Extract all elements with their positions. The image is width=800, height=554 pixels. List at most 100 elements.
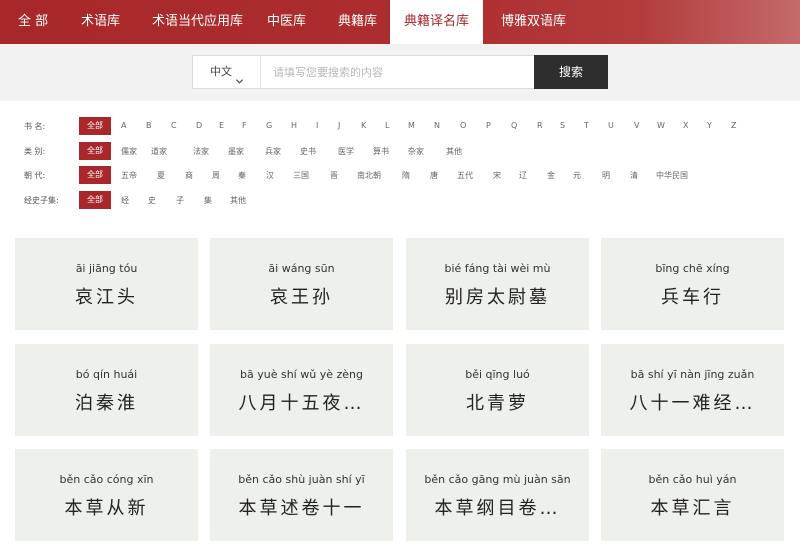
filter-category-option[interactable]: 法家 <box>193 146 209 157</box>
nav-item-modern-usage[interactable]: 术语当代应用库 <box>152 0 243 44</box>
filter-category-option[interactable]: 儒家 <box>121 146 137 157</box>
filter-dynasty-option[interactable]: 宋 <box>493 170 501 181</box>
book-title-card[interactable]: běi qīng luó 北青萝 <box>406 344 589 436</box>
search-input[interactable] <box>261 56 534 88</box>
filter-sibu-option[interactable]: 子 <box>176 195 184 206</box>
nav-item-terminology[interactable]: 术语库 <box>81 0 120 44</box>
book-title-card[interactable]: bó qín huái 泊秦淮 <box>15 344 198 436</box>
filter-category-option[interactable]: 兵家 <box>265 146 281 157</box>
book-title-card[interactable]: běn cǎo huì yán 本草汇言 <box>601 449 784 541</box>
filter-label-sibu: 经史子集: <box>24 196 59 205</box>
filter-book-name-option[interactable]: S <box>560 121 565 130</box>
nav-item-classic-titles[interactable]: 典籍译名库 <box>390 0 483 44</box>
filter-book-name-option[interactable]: K <box>361 121 366 130</box>
filter-book-name-option[interactable]: P <box>486 121 491 130</box>
filter-sibu-option[interactable]: 经 <box>121 195 129 206</box>
filter-book-name-option[interactable]: F <box>242 121 247 130</box>
filter-book-name-option[interactable]: I <box>316 121 318 130</box>
filter-dynasty-option[interactable]: 商 <box>185 170 193 181</box>
filter-book-name-option[interactable]: N <box>434 121 440 130</box>
filter-dynasty-option[interactable]: 明 <box>602 170 610 181</box>
nav-item-all[interactable]: 全 部 <box>18 0 48 44</box>
filter-book-name-all-option[interactable]: 全部 <box>79 117 111 135</box>
filter-book-name-option[interactable]: E <box>219 121 224 130</box>
filter-book-name-option[interactable]: O <box>460 121 466 130</box>
filter-book-name-option[interactable]: J <box>338 121 340 130</box>
card-title: 哀王孙 <box>270 287 333 308</box>
book-title-card[interactable]: āi wáng sūn 哀王孙 <box>210 238 393 330</box>
filter-category-option[interactable]: 墨家 <box>228 146 244 157</box>
filter-panel: 书 名: 类 别: 朝 代: 经史子集: 全部 A B C D E F G H I J K L M N O P Q… <box>0 101 800 224</box>
filter-label-category: 类 别: <box>24 147 46 156</box>
filter-dynasty-option[interactable]: 三国 <box>293 170 309 181</box>
book-title-card[interactable]: āi jiāng tóu 哀江头 <box>15 238 198 330</box>
filter-book-name-option[interactable]: Y <box>707 121 712 130</box>
card-pinyin: bā shí yī nàn jīng zuǎn <box>630 368 755 381</box>
nav-item-classics[interactable]: 典籍库 <box>338 0 377 44</box>
filter-book-name-option[interactable]: H <box>291 121 297 130</box>
filter-category-option[interactable]: 医学 <box>338 146 354 157</box>
nav-item-tcm[interactable]: 中医库 <box>267 0 306 44</box>
filter-sibu-option[interactable]: 其他 <box>230 195 246 206</box>
search-button[interactable]: 搜索 <box>534 55 608 89</box>
filter-book-name-option[interactable]: Z <box>731 121 736 130</box>
filter-category-option[interactable]: 其他 <box>446 146 462 157</box>
book-title-card[interactable]: běn cǎo cóng xīn 本草从新 <box>15 449 198 541</box>
filter-dynasty-option[interactable]: 晋 <box>330 170 338 181</box>
filter-dynasty-option[interactable]: 五代 <box>457 170 473 181</box>
filter-sibu-option[interactable]: 集 <box>204 195 212 206</box>
book-title-card[interactable]: běn cǎo gāng mù juàn sān 本草纲目卷… <box>406 449 589 541</box>
filter-dynasty-all-option[interactable]: 全部 <box>79 166 111 184</box>
filter-category-all-option[interactable]: 全部 <box>79 142 111 160</box>
filter-dynasty-option[interactable]: 汉 <box>266 170 274 181</box>
filter-book-name-option[interactable]: G <box>266 121 272 130</box>
filter-dynasty-option[interactable]: 秦 <box>238 170 246 181</box>
book-title-card[interactable]: bā yuè shí wǔ yè zèng 八月十五夜… <box>210 344 393 436</box>
filter-book-name-option[interactable]: B <box>146 121 152 130</box>
filter-dynasty-option[interactable]: 周 <box>212 170 220 181</box>
filter-dynasty-option[interactable]: 中华民国 <box>656 170 688 181</box>
filter-book-name-option[interactable]: W <box>657 121 665 130</box>
card-title: 八十一难经… <box>629 393 756 414</box>
book-title-card[interactable]: bā shí yī nàn jīng zuǎn 八十一难经… <box>601 344 784 436</box>
filter-dynasty-option[interactable]: 南北朝 <box>357 170 381 181</box>
filter-book-name-option[interactable]: C <box>171 121 177 130</box>
filter-dynasty-option[interactable]: 辽 <box>519 170 527 181</box>
filter-book-name-option[interactable]: T <box>584 121 589 130</box>
filter-dynasty-option[interactable]: 五帝 <box>121 170 137 181</box>
filter-category-option[interactable]: 杂家 <box>408 146 424 157</box>
card-pinyin: běn cǎo shù juàn shí yī <box>238 473 365 486</box>
filter-sibu-all-option[interactable]: 全部 <box>79 191 111 209</box>
filter-category-option[interactable]: 算书 <box>373 146 389 157</box>
card-pinyin: bā yuè shí wǔ yè zèng <box>240 368 363 381</box>
search-scope-select[interactable]: 中文 <box>193 56 261 88</box>
nav-item-bilingual[interactable]: 博雅双语库 <box>501 0 566 44</box>
filter-book-name-option[interactable]: V <box>634 121 639 130</box>
filter-book-name-option[interactable]: M <box>408 121 415 130</box>
filter-book-name-option[interactable]: A <box>121 121 126 130</box>
card-title: 北青萝 <box>466 393 529 414</box>
filter-book-name-option[interactable]: R <box>537 121 543 130</box>
filter-book-name-option[interactable]: X <box>683 121 688 130</box>
filter-book-name-option[interactable]: D <box>196 121 202 130</box>
book-title-card[interactable]: běn cǎo shù juàn shí yī 本草述卷十一 <box>210 449 393 541</box>
filter-dynasty-option[interactable]: 元 <box>573 170 581 181</box>
book-title-card[interactable]: bié fáng tài wèi mù 别房太尉墓 <box>406 238 589 330</box>
card-pinyin: bié fáng tài wèi mù <box>444 262 551 275</box>
book-title-card[interactable]: bīng chē xíng 兵车行 <box>601 238 784 330</box>
card-title: 本草纲目卷… <box>434 498 561 519</box>
filter-dynasty-option[interactable]: 金 <box>547 170 555 181</box>
search-band: 中文 搜索 <box>0 44 800 101</box>
filter-dynasty-option[interactable]: 唐 <box>430 170 438 181</box>
filter-category-option[interactable]: 史书 <box>300 146 316 157</box>
filter-book-name-option[interactable]: L <box>385 121 389 130</box>
card-title: 本草从新 <box>64 498 149 519</box>
filter-dynasty-option[interactable]: 隋 <box>402 170 410 181</box>
filter-dynasty-option[interactable]: 夏 <box>157 170 165 181</box>
filter-book-name-option[interactable]: U <box>608 121 614 130</box>
filter-dynasty-option[interactable]: 清 <box>630 170 638 181</box>
filter-sibu-option[interactable]: 史 <box>148 195 156 206</box>
filter-book-name-option[interactable]: Q <box>511 121 517 130</box>
card-pinyin: běi qīng luó <box>465 368 530 381</box>
filter-category-option[interactable]: 道家 <box>151 146 167 157</box>
